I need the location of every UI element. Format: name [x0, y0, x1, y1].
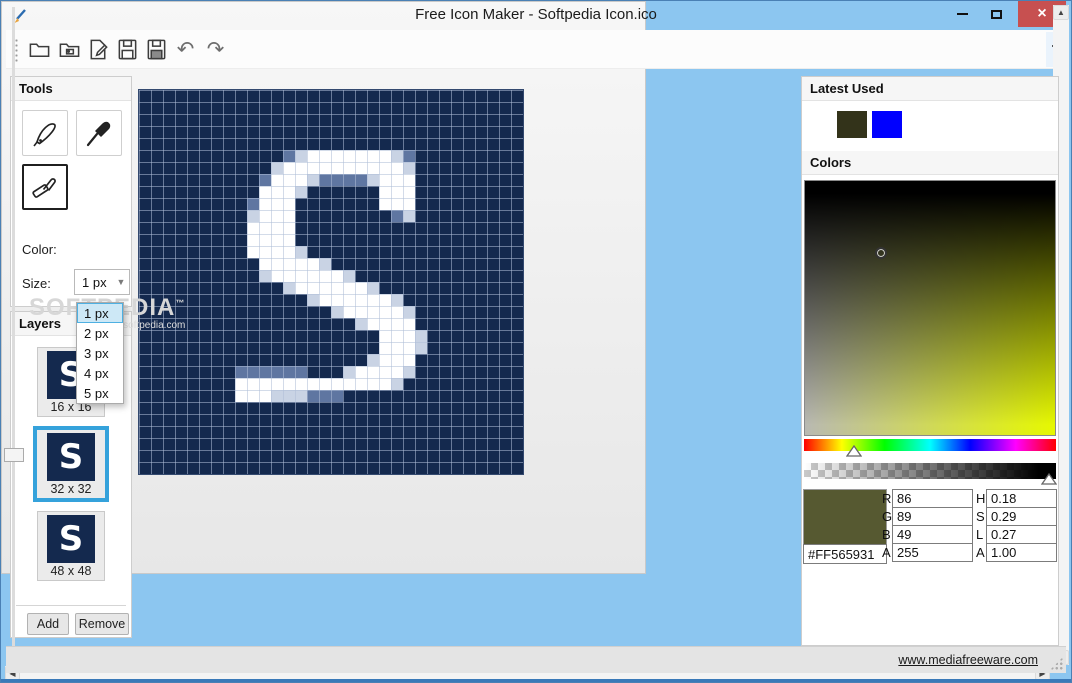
- hue-slider[interactable]: [804, 439, 1056, 451]
- new-file-icon: [87, 38, 110, 61]
- status-bar: www.mediafreeware.com: [6, 646, 1066, 673]
- size-option[interactable]: 1 px: [77, 303, 123, 323]
- save-icon: [116, 38, 139, 61]
- size-option[interactable]: 5 px: [77, 383, 123, 403]
- alpha-slider[interactable]: [804, 463, 1056, 479]
- pen-tool-button[interactable]: [22, 110, 68, 156]
- b-label: B: [882, 527, 892, 542]
- picker-cursor[interactable]: [875, 247, 887, 259]
- g-label: G: [882, 509, 892, 524]
- scroll-up-button[interactable]: ▲: [1053, 5, 1069, 20]
- color-label: Color:: [22, 242, 57, 257]
- colors-title: Colors: [802, 151, 1058, 175]
- hex-color-field[interactable]: #FF565931: [803, 544, 887, 564]
- layer-item-32x32[interactable]: S32 x 32: [33, 426, 109, 502]
- current-color-preview: [803, 489, 887, 545]
- a2-field[interactable]: 1.00: [986, 543, 1057, 562]
- chevron-down-icon: ▼: [113, 277, 129, 287]
- size-option[interactable]: 3 px: [77, 343, 123, 363]
- toolbar-grip[interactable]: [15, 38, 18, 62]
- size-value: 1 px: [75, 275, 113, 290]
- l-field[interactable]: 0.27: [986, 525, 1057, 544]
- g-field[interactable]: 89: [892, 507, 973, 526]
- mediafreeware-link[interactable]: www.mediafreeware.com: [898, 653, 1038, 667]
- toolbar: ↶↷ ▼: [6, 30, 1068, 69]
- alpha-slider-marker[interactable]: [1041, 473, 1057, 485]
- size-option[interactable]: 4 px: [77, 363, 123, 383]
- zoom-slider-handle[interactable]: [4, 448, 24, 462]
- size-dropdown-popup: 1 px2 px3 px4 px5 px: [76, 302, 124, 404]
- undo-icon: ↶: [177, 40, 195, 60]
- window-bottom-border: [1, 679, 1071, 682]
- app-window: Free Icon Maker - Softpedia Icon.ico × ↶…: [0, 0, 1072, 683]
- size-option[interactable]: 2 px: [77, 323, 123, 343]
- s-field[interactable]: 0.29: [986, 507, 1057, 526]
- latest-color-swatch[interactable]: [872, 111, 902, 138]
- layer-item-48x48[interactable]: S48 x 48: [37, 511, 105, 581]
- layer-size-label: 32 x 32: [37, 481, 105, 497]
- folder-open-icon: [28, 38, 51, 61]
- eyedropper-icon: [83, 117, 115, 149]
- h-field[interactable]: 0.18: [986, 489, 1057, 508]
- l-label: L: [976, 527, 986, 542]
- folder-image-button[interactable]: [56, 36, 83, 63]
- latest-used-title: Latest Used: [802, 77, 1058, 101]
- redo-icon: ↷: [207, 40, 225, 60]
- a2-label: A: [976, 545, 986, 560]
- saturation-value-picker[interactable]: [804, 180, 1056, 436]
- minimize-button[interactable]: [947, 1, 977, 27]
- save-as-icon: [145, 38, 168, 61]
- a-label: A: [882, 545, 892, 560]
- save-button[interactable]: [114, 36, 141, 63]
- eraser-tool-button[interactable]: [22, 164, 68, 210]
- b-field[interactable]: 49: [892, 525, 973, 544]
- maximize-icon: [991, 10, 1002, 19]
- add-layer-button[interactable]: Add: [27, 613, 69, 635]
- resize-grip[interactable]: [1050, 657, 1063, 670]
- latest-color-swatch[interactable]: [837, 111, 867, 138]
- size-label: Size:: [22, 276, 51, 291]
- tools-panel-title: Tools: [11, 77, 131, 101]
- folder-image-icon: [58, 38, 81, 61]
- r-label: R: [882, 491, 892, 506]
- window-title: Free Icon Maker - Softpedia Icon.ico: [1, 6, 1071, 23]
- maximize-button[interactable]: [981, 1, 1011, 27]
- hue-slider-marker[interactable]: [846, 445, 862, 457]
- layer-thumbnail: S: [47, 515, 95, 563]
- eraser-icon: [29, 171, 61, 203]
- zoom-slider-track[interactable]: [12, 7, 15, 670]
- layer-size-label: 48 x 48: [38, 563, 104, 579]
- minimize-icon: [957, 13, 968, 15]
- a-field[interactable]: 255: [892, 543, 973, 562]
- folder-open-button[interactable]: [26, 36, 53, 63]
- latest-used-swatches: [837, 111, 902, 138]
- h-label: H: [976, 491, 986, 506]
- pen-icon: [29, 117, 61, 149]
- tools-panel: Tools Color: Size: 1 px ▼: [10, 76, 132, 307]
- pixel-editor-canvas[interactable]: [138, 89, 524, 475]
- title-bar[interactable]: Free Icon Maker - Softpedia Icon.ico ×: [1, 1, 1071, 30]
- s-label: S: [976, 509, 986, 524]
- undo-button[interactable]: ↶: [172, 36, 199, 63]
- r-field[interactable]: 86: [892, 489, 973, 508]
- save-as-button[interactable]: [143, 36, 170, 63]
- new-file-button[interactable]: [85, 36, 112, 63]
- remove-layer-button[interactable]: Remove: [75, 613, 129, 635]
- layer-thumbnail: S: [47, 433, 95, 481]
- color-panel: Latest Used Colors #FF565931 R 86 G 89 B…: [801, 76, 1059, 646]
- redo-button[interactable]: ↷: [202, 36, 229, 63]
- eyedropper-tool-button[interactable]: [76, 110, 122, 156]
- divider: [16, 605, 126, 606]
- size-combobox[interactable]: 1 px ▼: [74, 269, 130, 295]
